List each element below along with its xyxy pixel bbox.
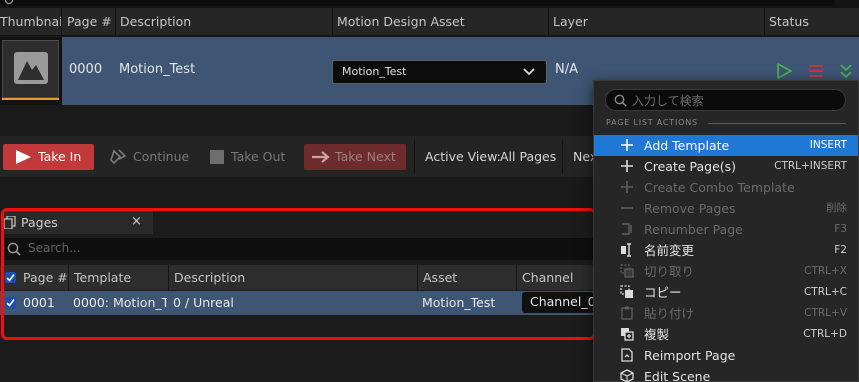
page-thumbnail[interactable]: [2, 40, 59, 98]
menu-item-label: 名前変更: [644, 243, 695, 258]
menu-item-label: Renumber Page: [644, 222, 743, 237]
menu-item-label: Remove Pages: [644, 201, 736, 216]
page-search-field[interactable]: [0, 0, 835, 6]
dropdown-value: Motion_Test: [342, 65, 407, 78]
motion-design-asset-dropdown[interactable]: Motion_Test: [332, 60, 547, 84]
plus-icon: [621, 160, 633, 172]
menu-item-label: 複製: [644, 327, 670, 342]
menu-item-shortcut: F2: [834, 244, 847, 256]
search-icon: [5, 0, 14, 5]
column-layer[interactable]: Layer: [549, 8, 765, 36]
menu-search-input[interactable]: 入力して検索: [605, 89, 846, 111]
menu-item-shortcut: INSERT: [809, 139, 847, 151]
thumbnail-active-underline: [2, 98, 59, 100]
menu-item-add-template[interactable]: Add Template INSERT: [594, 135, 858, 156]
annotation-highlight-box: [1, 208, 596, 340]
search-icon: [614, 94, 627, 107]
renumber-icon: [622, 223, 632, 235]
menu-section-title: PAGE LIST ACTIONS: [606, 118, 698, 127]
minus-icon: [621, 207, 633, 209]
play-icon: [16, 150, 31, 164]
layer-value: N/A: [555, 62, 578, 77]
menu-item-shortcut: F3: [834, 223, 847, 235]
chevron-down-icon: [523, 68, 535, 76]
stop-icon: [210, 150, 224, 164]
page-description: Motion_Test: [119, 62, 196, 77]
edit-scene-icon: [620, 369, 634, 382]
copy-icon: [620, 285, 633, 298]
continue-icon: [110, 149, 127, 165]
menu-search-placeholder: 入力して検索: [632, 94, 704, 108]
take-out-button[interactable]: Take Out: [208, 144, 292, 170]
toolbar-divider: [562, 140, 563, 174]
menu-section-divider: [708, 123, 846, 124]
menu-item-shortcut: CTRL+INSERT: [774, 160, 847, 172]
take-out-label: Take Out: [231, 149, 286, 164]
menu-item-create-combo-template[interactable]: Create Combo Template: [594, 177, 858, 198]
menu-item-shortcut: CTRL+V: [804, 307, 847, 319]
menu-item-label: 貼り付け: [644, 306, 695, 321]
plus-icon: [621, 181, 633, 193]
menu-item-create-pages[interactable]: Create Page(s) CTRL+INSERT: [594, 156, 858, 177]
menu-item-label: 切り取り: [644, 264, 695, 279]
continue-label: Continue: [133, 149, 190, 164]
take-in-label: Take In: [38, 149, 82, 164]
menu-item-remove-pages[interactable]: Remove Pages 削除: [594, 198, 858, 219]
menu-item-label: Add Template: [644, 138, 730, 153]
take-in-button[interactable]: Take In: [3, 144, 94, 170]
toolbar-divider: [414, 140, 415, 174]
menu-item-label: Edit Scene: [644, 369, 711, 382]
play-icon[interactable]: [775, 62, 793, 80]
column-description[interactable]: Description: [116, 8, 333, 36]
menu-item-edit-scene[interactable]: Edit Scene: [594, 366, 858, 382]
menu-item-shortcut: 削除: [826, 202, 847, 214]
thumbnail-placeholder-icon: [14, 52, 48, 84]
menu-item-rename[interactable]: 名前変更 F2: [594, 240, 858, 261]
column-page-number[interactable]: Page #: [62, 8, 116, 36]
menu-item-shortcut: CTRL+X: [804, 265, 847, 277]
paste-icon: [621, 306, 633, 320]
menu-item-shortcut: CTRL+C: [803, 286, 847, 298]
menu-item-shortcut: CTRL+D: [803, 328, 847, 340]
column-motion-design-asset[interactable]: Motion Design Asset: [333, 8, 549, 36]
cut-icon: [620, 264, 634, 278]
arrow-right-icon: [312, 151, 330, 163]
take-next-label: Take Next: [335, 149, 396, 164]
take-next-button[interactable]: Take Next: [304, 144, 406, 170]
plus-icon: [621, 139, 633, 151]
active-view-label: Active View:: [425, 149, 501, 164]
page-number: 0000: [69, 62, 103, 77]
rename-icon: [621, 243, 631, 257]
reimport-icon: [621, 348, 633, 362]
double-chevron-down-icon[interactable]: [839, 62, 853, 80]
duplicate-icon: [621, 328, 634, 341]
column-thumbnail[interactable]: Thumbnail: [0, 8, 62, 36]
continue-button[interactable]: Continue: [107, 144, 195, 170]
menu-item-cut[interactable]: 切り取り CTRL+X: [594, 261, 858, 282]
menu-item-label: Create Combo Template: [644, 180, 795, 195]
column-status[interactable]: Status: [765, 8, 859, 36]
menu-item-renumber-page[interactable]: Renumber Page F3: [594, 219, 858, 240]
menu-item-label: Create Page(s): [644, 159, 737, 174]
menu-item-paste[interactable]: 貼り付け CTRL+V: [594, 303, 858, 324]
active-view-value[interactable]: All Pages: [500, 149, 556, 164]
menu-item-label: Reimport Page: [644, 348, 736, 363]
menu-item-copy[interactable]: コピー CTRL+C: [594, 282, 858, 303]
menu-item-reimport-page[interactable]: Reimport Page: [594, 345, 858, 366]
menu-item-label: コピー: [644, 285, 682, 300]
menu-item-duplicate[interactable]: 複製 CTRL+D: [594, 324, 858, 345]
stop-list-icon[interactable]: [808, 63, 824, 79]
